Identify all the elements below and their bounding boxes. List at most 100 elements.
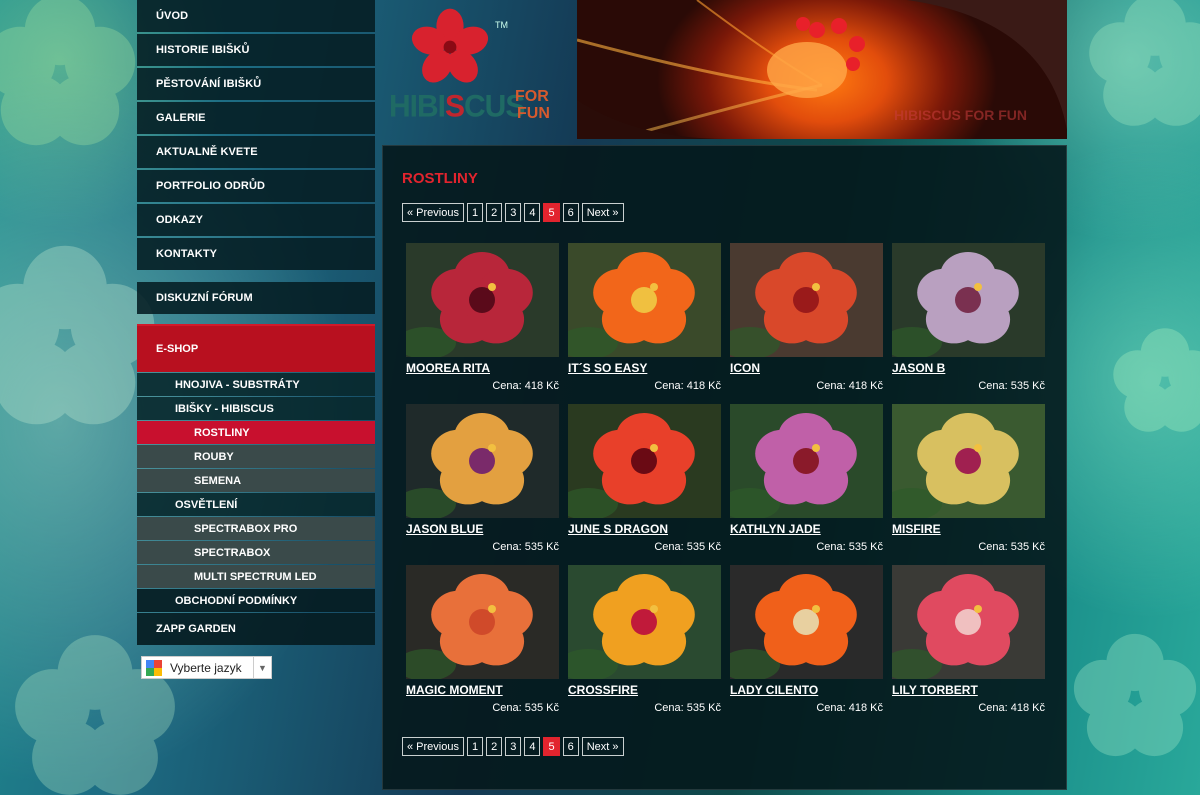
product-photo[interactable] xyxy=(568,243,721,357)
product-price: Cena: 535 Kč xyxy=(492,702,559,714)
product-card: LADY CILENTO Cena: 418 Kč xyxy=(730,565,883,726)
product-photo[interactable] xyxy=(892,243,1045,357)
nav-sub-rostliny[interactable]: ROSTLINY xyxy=(137,421,375,444)
product-photo[interactable] xyxy=(568,404,721,518)
nav-sub-spectrabox[interactable]: SPECTRABOX xyxy=(137,541,375,564)
nav-sub-ibisky[interactable]: IBIŠKY - HIBISCUS xyxy=(137,397,375,420)
nav-aktualne-kvete[interactable]: AKTUALNĚ KVETE xyxy=(137,136,375,168)
product-photo[interactable] xyxy=(406,243,559,357)
nav-sub-spectrabox-pro[interactable]: SPECTRABOX PRO xyxy=(137,517,375,540)
pagination-page-1[interactable]: 1 xyxy=(466,737,484,756)
product-photo[interactable] xyxy=(406,404,559,518)
nav-sub-semena[interactable]: SEMENA xyxy=(137,469,375,492)
product-name-link[interactable]: MAGIC MOMENT xyxy=(406,683,559,698)
pagination-page-5-current[interactable]: 5 xyxy=(543,203,560,222)
product-card: KATHLYN JADE Cena: 535 Kč xyxy=(730,404,883,565)
pagination-page-3[interactable]: 3 xyxy=(505,203,522,222)
pagination-page-1[interactable]: 1 xyxy=(466,203,484,222)
background-flower-icon xyxy=(1113,328,1200,432)
product-price: Cena: 418 Kč xyxy=(492,380,559,392)
product-price: Cena: 418 Kč xyxy=(816,380,883,392)
product-card: IT´S SO EASY Cena: 418 Kč xyxy=(568,243,721,404)
pagination-page-4[interactable]: 4 xyxy=(524,737,541,756)
nav-eshop[interactable]: E-SHOP xyxy=(137,324,375,372)
logo-for-fun: FOR FUN xyxy=(515,88,550,122)
product-card: JUNE S DRAGON Cena: 535 Kč xyxy=(568,404,721,565)
nav-odkazy[interactable]: ODKAZY xyxy=(137,204,375,236)
pagination-page-5-current[interactable]: 5 xyxy=(543,737,560,756)
nav-sub-hnojiva[interactable]: HNOJIVA - SUBSTRÁTY xyxy=(137,373,375,396)
pagination-next[interactable]: Next » xyxy=(581,203,624,222)
nav-sub-rouby[interactable]: ROUBY xyxy=(137,445,375,468)
nav-sub-obchodni-podminky[interactable]: OBCHODNÍ PODMÍNKY xyxy=(137,589,375,612)
product-price: Cena: 418 Kč xyxy=(816,702,883,714)
product-card: MOOREA RITA Cena: 418 Kč xyxy=(406,243,559,404)
product-price: Cena: 418 Kč xyxy=(654,380,721,392)
chevron-down-icon[interactable]: ▼ xyxy=(253,657,271,678)
site-logo[interactable]: TM HIBISCUS FOR FUN xyxy=(385,0,575,140)
background-flower-icon xyxy=(0,0,136,146)
logo-wordmark: HIBISCUS xyxy=(389,89,525,124)
pagination-page-2[interactable]: 2 xyxy=(486,203,503,222)
product-card: LILY TORBERT Cena: 418 Kč xyxy=(892,565,1045,726)
product-name-link[interactable]: LADY CILENTO xyxy=(730,683,883,698)
page-title: ROSTLINY xyxy=(402,170,478,187)
nav-uvod[interactable]: ÚVOD xyxy=(137,0,375,32)
product-name-link[interactable]: MOOREA RITA xyxy=(406,361,559,376)
nav-sub-multi-spectrum-led[interactable]: MULTI SPECTRUM LED xyxy=(137,565,375,588)
pagination-next[interactable]: Next » xyxy=(581,737,624,756)
background-flower-icon xyxy=(1089,0,1200,126)
product-photo[interactable] xyxy=(892,565,1045,679)
product-photo[interactable] xyxy=(568,565,721,679)
header-banner: HIBISCUS FOR FUN xyxy=(577,0,1067,139)
nav-historie-ibisku[interactable]: HISTORIE IBIŠKŮ xyxy=(137,34,375,66)
product-name-link[interactable]: ICON xyxy=(730,361,883,376)
pagination-page-6[interactable]: 6 xyxy=(562,737,579,756)
product-photo[interactable] xyxy=(406,565,559,679)
pagination-page-4[interactable]: 4 xyxy=(524,203,541,222)
product-name-link[interactable]: LILY TORBERT xyxy=(892,683,1045,698)
product-card: JASON BLUE Cena: 535 Kč xyxy=(406,404,559,565)
product-card: MAGIC MOMENT Cena: 535 Kč xyxy=(406,565,559,726)
product-name-link[interactable]: JUNE S DRAGON xyxy=(568,522,721,537)
nav-portfolio-odrud[interactable]: PORTFOLIO ODRŮD xyxy=(137,170,375,202)
product-photo[interactable] xyxy=(892,404,1045,518)
main-content-panel: ROSTLINY « Previous 1 2 3 4 5 6 Next » M… xyxy=(382,145,1067,790)
pagination-page-3[interactable]: 3 xyxy=(505,737,522,756)
nav-zapp-garden[interactable]: ZAPP GARDEN xyxy=(137,613,375,645)
product-card: CROSSFIRE Cena: 535 Kč xyxy=(568,565,721,726)
product-price: Cena: 535 Kč xyxy=(978,380,1045,392)
product-card: ICON Cena: 418 Kč xyxy=(730,243,883,404)
product-name-link[interactable]: MISFIRE xyxy=(892,522,1045,537)
nav-kontakty[interactable]: KONTAKTY xyxy=(137,238,375,270)
product-photo[interactable] xyxy=(730,404,883,518)
pagination-previous[interactable]: « Previous xyxy=(402,737,464,756)
main-navigation: ÚVOD HISTORIE IBIŠKŮ PĚSTOVÁNÍ IBIŠKŮ GA… xyxy=(137,0,375,645)
product-name-link[interactable]: IT´S SO EASY xyxy=(568,361,721,376)
nav-pestovani-ibisku[interactable]: PĚSTOVÁNÍ IBIŠKŮ xyxy=(137,68,375,100)
nav-diskuzni-forum[interactable]: DISKUZNÍ FÓRUM xyxy=(137,282,375,314)
product-price: Cena: 535 Kč xyxy=(816,541,883,553)
product-card: JASON B Cena: 535 Kč xyxy=(892,243,1045,404)
product-photo[interactable] xyxy=(730,243,883,357)
product-name-link[interactable]: CROSSFIRE xyxy=(568,683,721,698)
nav-sub-osvetleni[interactable]: OSVĚTLENÍ xyxy=(137,493,375,516)
pagination-page-2[interactable]: 2 xyxy=(486,737,503,756)
product-photo[interactable] xyxy=(730,565,883,679)
product-price: Cena: 535 Kč xyxy=(978,541,1045,553)
pagination-page-6[interactable]: 6 xyxy=(562,203,579,222)
product-card: MISFIRE Cena: 535 Kč xyxy=(892,404,1045,565)
product-name-link[interactable]: KATHLYN JADE xyxy=(730,522,883,537)
pagination-top: « Previous 1 2 3 4 5 6 Next » xyxy=(402,203,624,222)
background-flower-icon xyxy=(1073,633,1197,757)
nav-galerie[interactable]: GALERIE xyxy=(137,102,375,134)
product-name-link[interactable]: JASON B xyxy=(892,361,1045,376)
product-price: Cena: 535 Kč xyxy=(654,541,721,553)
hibiscus-logo-icon xyxy=(411,8,489,83)
product-price: Cena: 535 Kč xyxy=(492,541,559,553)
language-selector[interactable]: Vyberte jazyk ▼ xyxy=(141,656,272,679)
language-selector-label: Vyberte jazyk xyxy=(170,660,242,675)
product-name-link[interactable]: JASON BLUE xyxy=(406,522,559,537)
product-grid: MOOREA RITA Cena: 418 Kč IT´S SO EASY Cena:… xyxy=(406,243,1045,726)
pagination-previous[interactable]: « Previous xyxy=(402,203,464,222)
